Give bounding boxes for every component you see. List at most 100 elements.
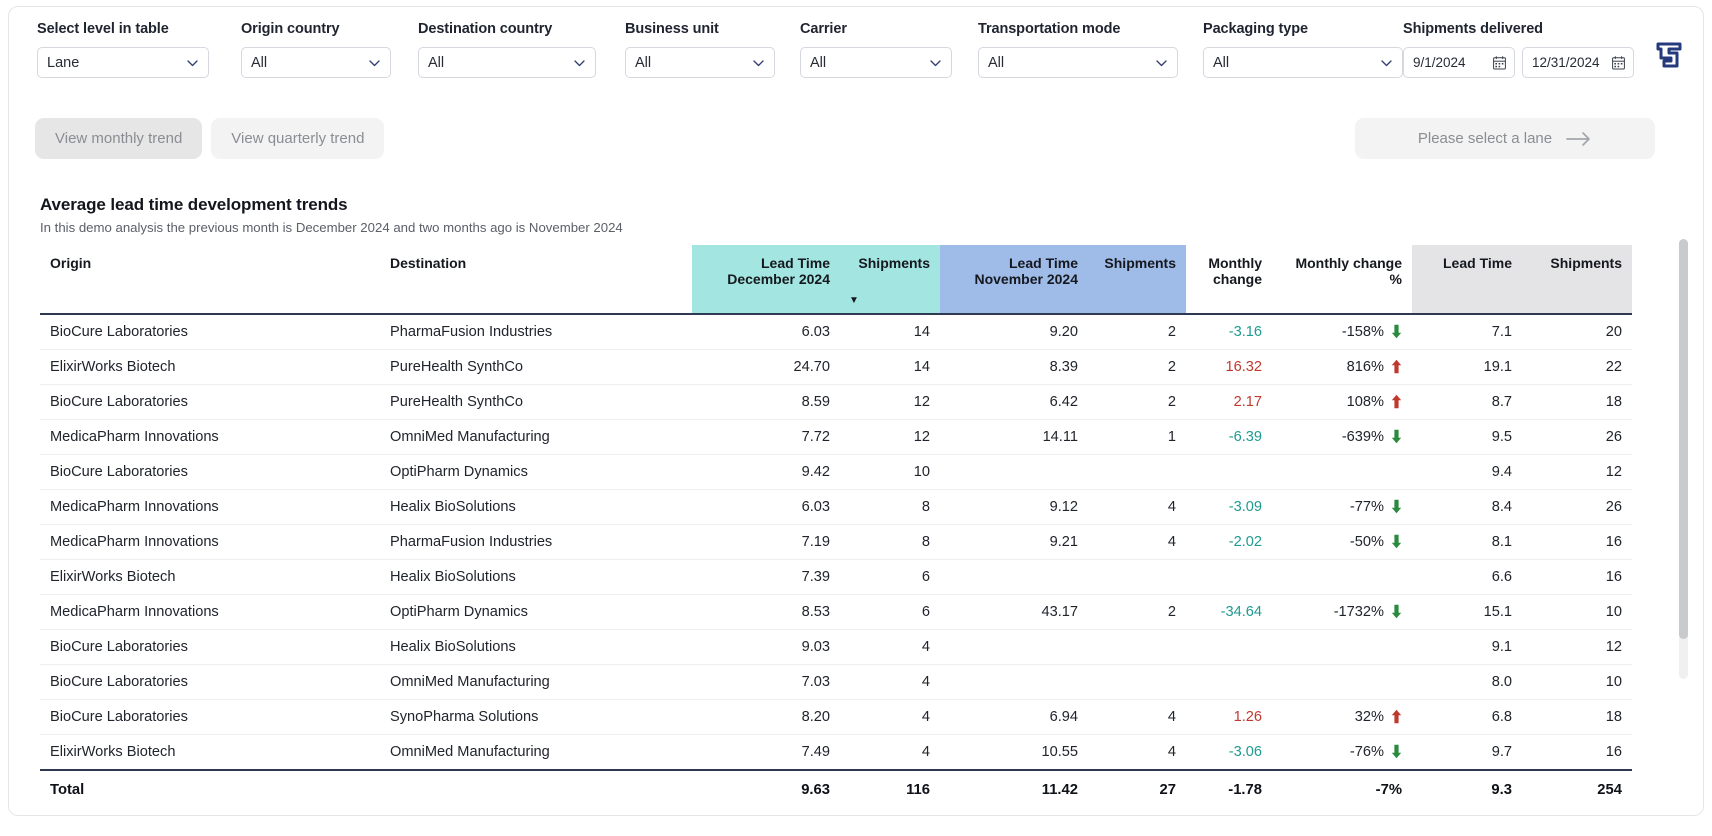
- col-lead-time-total[interactable]: Lead Time: [1412, 245, 1522, 315]
- date-from-input[interactable]: 9/1/2024: [1403, 47, 1515, 78]
- filter-value-carrier: All: [810, 54, 827, 71]
- table-row[interactable]: BioCure Laboratories PureHealth SynthCo 8.…: [40, 384, 1632, 420]
- table-header-row: Origin Destination Lead Time December 2024 S…: [40, 245, 1632, 315]
- table-row[interactable]: MedicaPharm Innovations OptiPharm Dynamic…: [40, 594, 1632, 630]
- cell-lead-time-december: 7.39: [692, 559, 840, 595]
- table-row[interactable]: ElixirWorks Biotech OmniMed Manufacturing…: [40, 735, 1632, 771]
- filter-select-level-in-table[interactable]: Lane: [37, 47, 209, 78]
- col-destination[interactable]: Destination: [380, 245, 692, 315]
- cell-origin: BioCure Laboratories: [40, 629, 380, 665]
- cell-monthly-change: -6.39: [1186, 419, 1272, 455]
- filter-value-business-unit: All: [635, 54, 652, 71]
- cell-shipments-total: 10: [1522, 594, 1632, 630]
- view-quarterly-trend-button[interactable]: View quarterly trend: [211, 118, 385, 159]
- filter-origin-country: Origin country All: [241, 21, 391, 78]
- table-row[interactable]: BioCure Laboratories SynoPharma Solutions…: [40, 699, 1632, 735]
- cell-monthly-change: -3.16: [1186, 314, 1272, 350]
- chevron-down-icon: [1155, 56, 1168, 69]
- arrow-down-icon: [1391, 429, 1402, 444]
- date-to-value: 12/31/2024: [1532, 54, 1600, 70]
- col-origin[interactable]: Origin: [40, 245, 380, 315]
- cell-origin: BioCure Laboratories: [40, 314, 380, 350]
- table-row[interactable]: ElixirWorks Biotech Healix BioSolutions 7.…: [40, 559, 1632, 595]
- table-row[interactable]: MedicaPharm Innovations OmniMed Manufactu…: [40, 419, 1632, 455]
- chevron-down-icon: [752, 56, 765, 69]
- cell-lead-time-total: 9.5: [1412, 419, 1522, 455]
- arrow-right-icon: [1566, 131, 1592, 147]
- filter-label-shipments-delivered: Shipments delivered: [1403, 21, 1543, 37]
- cell-lead-time-november: 8.39: [940, 349, 1088, 385]
- monthly-change-pct-value: -50%: [1349, 534, 1384, 550]
- cell-monthly-change: 16.32: [1186, 349, 1272, 385]
- table-head: Origin Destination Lead Time December 2024 S…: [40, 245, 1632, 315]
- total-shipments-december: 116: [840, 769, 940, 806]
- chevron-down-icon: [1380, 56, 1393, 69]
- cell-shipments-december: 10: [840, 454, 940, 490]
- filter-select-carrier[interactable]: All: [800, 47, 952, 78]
- cell-shipments-total: 20: [1522, 314, 1632, 350]
- cell-monthly-change: -2.02: [1186, 524, 1272, 560]
- table-row[interactable]: ElixirWorks Biotech PureHealth SynthCo 24.…: [40, 349, 1632, 385]
- cell-lead-time-november: 43.17: [940, 594, 1088, 630]
- filter-select-destination-country[interactable]: All: [418, 47, 596, 78]
- total-lead-time-november: 11.42: [940, 769, 1088, 806]
- table-row[interactable]: BioCure Laboratories OptiPharm Dynamics 9.…: [40, 454, 1632, 490]
- total-monthly-change: -1.78: [1186, 769, 1272, 806]
- cell-shipments-november: [1088, 454, 1186, 490]
- col-lead-time-december[interactable]: Lead Time December 2024: [692, 245, 840, 315]
- col-monthly-change[interactable]: Monthly change: [1186, 245, 1272, 315]
- sort-descending-icon[interactable]: ▼: [849, 296, 859, 306]
- calendar-icon[interactable]: [1612, 55, 1625, 70]
- view-monthly-trend-button[interactable]: View monthly trend: [35, 118, 203, 159]
- cell-shipments-december: 14: [840, 314, 940, 350]
- monthly-change-pct-value: -77%: [1349, 499, 1384, 515]
- cell-lead-time-november: [940, 454, 1088, 490]
- col-lead-time-november[interactable]: Lead Time November 2024: [940, 245, 1088, 315]
- col-monthly-change-pct[interactable]: Monthly change %: [1272, 245, 1412, 315]
- cell-lead-time-november: [940, 664, 1088, 700]
- table-row[interactable]: BioCure Laboratories PharmaFusion Industr…: [40, 314, 1632, 350]
- filter-select-origin-country[interactable]: All: [241, 47, 391, 78]
- cell-shipments-december: 8: [840, 524, 940, 560]
- select-lane-button[interactable]: Please select a lane: [1355, 118, 1655, 159]
- cell-shipments-december: 4: [921, 744, 930, 760]
- vertical-scrollbar-track[interactable]: [1679, 239, 1688, 679]
- col-destination-line: Destination: [390, 255, 467, 271]
- col-shipments-total-line: Shipments: [1550, 255, 1622, 271]
- cell-shipments-november: 4: [1088, 489, 1186, 525]
- table-row[interactable]: BioCure Laboratories Healix BioSolutions 9…: [40, 629, 1632, 665]
- filter-select-packaging-type[interactable]: All: [1203, 47, 1403, 78]
- cell-destination: SynoPharma Solutions: [380, 699, 692, 735]
- table-row[interactable]: MedicaPharm Innovations Healix BioSolutio…: [40, 489, 1632, 525]
- cell-monthly-change: [1186, 559, 1272, 595]
- filter-select-business-unit[interactable]: All: [625, 47, 775, 78]
- cell-lead-time-total: 6.6: [1412, 559, 1522, 595]
- cell-destination: OmniMed Manufacturing: [390, 744, 550, 760]
- date-to-input[interactable]: 12/31/2024: [1522, 47, 1634, 78]
- cell-shipments-total: 16: [1605, 744, 1622, 760]
- col-shipments-november[interactable]: Shipments: [1088, 245, 1186, 315]
- trend-buttons: View monthly trend View quarterly trend: [35, 118, 385, 159]
- monthly-change-pct-value: 108%: [1346, 394, 1384, 410]
- col-shipments-total[interactable]: Shipments: [1522, 245, 1632, 315]
- filter-select-transportation-mode[interactable]: All: [978, 47, 1178, 78]
- cell-monthly-change-pct: -158%: [1272, 314, 1412, 350]
- cell-lead-time-december: 7.19: [692, 524, 840, 560]
- filter-carrier: Carrier All: [800, 21, 952, 78]
- arrow-up-icon: [1391, 394, 1402, 409]
- cell-lead-time-december: 6.03: [692, 489, 840, 525]
- calendar-icon[interactable]: [1493, 55, 1506, 70]
- cell-monthly-change: -34.64: [1186, 594, 1272, 630]
- filter-label-level-in-table: Select level in table: [37, 21, 169, 37]
- cell-shipments-december: 4: [840, 699, 940, 735]
- col-shipments-december[interactable]: Shipments ▼: [840, 245, 940, 315]
- table-foot: Total 9.63 116 11.42 27 -1.78 -7% 9.3 254: [40, 769, 1632, 806]
- vertical-scrollbar-thumb[interactable]: [1679, 239, 1688, 639]
- cell-shipments-november: 4: [1167, 744, 1176, 760]
- select-lane-label: Please select a lane: [1417, 130, 1553, 147]
- table-row[interactable]: MedicaPharm Innovations PharmaFusion Indu…: [40, 524, 1632, 560]
- table-row[interactable]: BioCure Laboratories OmniMed Manufacturin…: [40, 664, 1632, 700]
- cell-shipments-total: 10: [1522, 664, 1632, 700]
- cell-monthly-change: [1186, 629, 1272, 665]
- filter-business-unit: Business unit All: [625, 21, 775, 78]
